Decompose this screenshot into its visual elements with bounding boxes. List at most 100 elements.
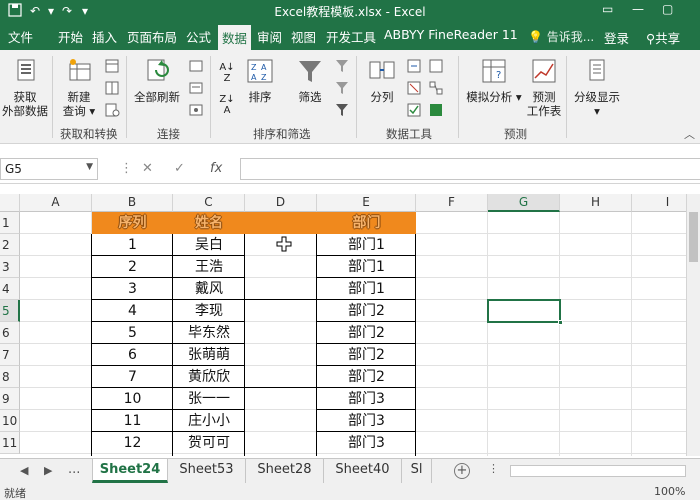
cell-dept[interactable]: 部门2 — [317, 300, 416, 322]
tab-abbyy[interactable]: ABBYY FineReader 11 — [384, 27, 518, 42]
cell-name[interactable]: 黄欣欣 — [173, 366, 245, 388]
properties-icon[interactable] — [188, 80, 204, 96]
cell-seq[interactable]: 6 — [92, 344, 173, 366]
selected-cell-g5[interactable] — [487, 299, 561, 323]
cell-dept[interactable]: 部门3 — [317, 410, 416, 432]
select-all-corner[interactable] — [0, 194, 20, 212]
column-header-i[interactable]: I — [632, 194, 686, 212]
tab-data[interactable]: 数据 — [218, 25, 252, 50]
column-header-b[interactable]: B — [92, 194, 173, 212]
collapse-ribbon-icon[interactable]: ︿ — [684, 126, 695, 142]
tab-file[interactable]: 文件 — [8, 27, 33, 46]
edit-links-icon[interactable] — [188, 102, 204, 118]
ribbon-display-icon[interactable]: ▭ — [602, 2, 613, 16]
cell-dept[interactable]: 部门3 — [317, 432, 416, 454]
sheet-tab-sheet24[interactable]: Sheet24 — [92, 459, 168, 483]
row-header-3[interactable]: 3 — [0, 256, 20, 278]
row-header-1[interactable]: 1 — [0, 212, 20, 234]
enter-icon[interactable]: ✓ — [174, 161, 185, 176]
insert-function-icon[interactable]: fx — [210, 161, 222, 176]
data-validation-icon[interactable] — [406, 102, 422, 118]
cell-dept[interactable]: 部门2 — [317, 344, 416, 366]
recent-sources-icon[interactable] — [104, 102, 120, 118]
cell-seq[interactable]: 1 — [92, 234, 173, 256]
row-header-8[interactable]: 8 — [0, 366, 20, 388]
connections-icon[interactable] — [188, 58, 204, 74]
horizontal-scrollbar[interactable] — [510, 465, 686, 477]
minimize-icon[interactable]: — — [632, 2, 644, 16]
sort-ascending-button[interactable]: A↓ Z — [216, 62, 238, 84]
outline-button[interactable]: 分级显示 ▾ — [570, 56, 624, 118]
consolidate-icon[interactable] — [428, 58, 444, 74]
reapply-filter-icon[interactable] — [334, 80, 350, 96]
header-cell-name[interactable]: 姓名 — [173, 212, 245, 234]
tab-page-layout[interactable]: 页面布局 — [127, 27, 177, 46]
flash-fill-icon[interactable] — [406, 58, 422, 74]
from-table-icon[interactable] — [104, 80, 120, 96]
tab-home[interactable]: 开始 — [58, 27, 83, 46]
advanced-filter-icon[interactable] — [334, 102, 350, 118]
column-header-f[interactable]: F — [416, 194, 488, 212]
cell-dept[interactable]: 部门2 — [317, 366, 416, 388]
remove-duplicates-icon[interactable] — [406, 80, 422, 96]
cell-name[interactable]: 贺可可 — [173, 432, 245, 454]
cell-dept[interactable]: 部门1 — [317, 256, 416, 278]
cell-name[interactable]: 毕东然 — [173, 322, 245, 344]
tab-split-handle-icon[interactable]: ⋮ — [488, 462, 499, 475]
cell-seq[interactable]: 7 — [92, 366, 173, 388]
name-box[interactable]: G5 ▼ — [0, 158, 98, 180]
cell-seq[interactable]: 5 — [92, 322, 173, 344]
cell-dept[interactable]: 部门1 — [317, 234, 416, 256]
cell-seq[interactable]: 2 — [92, 256, 173, 278]
tab-insert[interactable]: 插入 — [92, 27, 117, 46]
row-header-6[interactable]: 6 — [0, 322, 20, 344]
clear-filter-icon[interactable] — [334, 58, 350, 74]
fill-handle[interactable] — [558, 320, 563, 325]
previous-sheet-icon[interactable]: ◀ — [20, 464, 28, 477]
get-external-data-button[interactable]: 获取 外部数据 — [0, 56, 50, 118]
refresh-all-button[interactable]: 全部刷新 — [130, 56, 184, 104]
row-header-2[interactable]: 2 — [0, 234, 20, 256]
worksheet-grid[interactable]: A B C D E F G H I 1 2 3 4 5 6 7 8 9 10 1… — [0, 194, 686, 456]
add-sheet-icon[interactable]: + — [454, 463, 470, 479]
next-sheet-icon[interactable]: ▶ — [44, 464, 52, 477]
cell-name[interactable]: 张萌萌 — [173, 344, 245, 366]
tab-review[interactable]: 审阅 — [257, 27, 282, 46]
cell-name[interactable]: 庄小小 — [173, 410, 245, 432]
sheet-tab-partial[interactable]: Sl — [402, 459, 432, 483]
column-header-g[interactable]: G — [488, 194, 560, 212]
zoom-level[interactable]: 100% — [654, 485, 685, 498]
column-header-c[interactable]: C — [173, 194, 245, 212]
tab-developer[interactable]: 开发工具 — [326, 27, 376, 46]
tell-me-box[interactable]: 💡 告诉我... — [528, 28, 594, 45]
sort-descending-button[interactable]: Z↓ A — [216, 94, 238, 116]
cell-name[interactable]: 张一一 — [173, 388, 245, 410]
cell-dept[interactable]: 部门2 — [317, 322, 416, 344]
cell-name[interactable]: 戴风 — [173, 278, 245, 300]
formula-input[interactable] — [240, 158, 700, 180]
cell-name[interactable]: 李现 — [173, 300, 245, 322]
maximize-icon[interactable]: ▢ — [662, 2, 673, 16]
sheet-tab-sheet28[interactable]: Sheet28 — [246, 459, 324, 483]
column-header-a[interactable]: A — [20, 194, 92, 212]
row-header-9[interactable]: 9 — [0, 388, 20, 410]
cell-seq[interactable]: 12 — [92, 432, 173, 454]
relationships-icon[interactable] — [428, 80, 444, 96]
cell-dept[interactable]: 部门3 — [317, 388, 416, 410]
vertical-scrollbar[interactable] — [686, 194, 700, 456]
show-queries-icon[interactable] — [104, 58, 120, 74]
column-header-h[interactable]: H — [560, 194, 632, 212]
new-query-button[interactable]: 新建 查询 ▾ — [58, 56, 100, 118]
sheet-tab-sheet40[interactable]: Sheet40 — [324, 459, 402, 483]
cell-seq[interactable]: 11 — [92, 410, 173, 432]
header-cell-empty[interactable] — [245, 212, 317, 234]
text-to-columns-button[interactable]: 分列 — [364, 56, 400, 104]
sign-in-link[interactable]: 登录 — [604, 28, 629, 47]
cancel-icon[interactable]: ✕ — [142, 161, 153, 176]
forecast-sheet-button[interactable]: 预测 工作表 — [524, 56, 564, 118]
row-header-7[interactable]: 7 — [0, 344, 20, 366]
cell-seq[interactable]: 3 — [92, 278, 173, 300]
data-model-icon[interactable] — [428, 102, 444, 118]
cell-dept[interactable]: 部门1 — [317, 278, 416, 300]
share-button[interactable]: ⚲共享 — [646, 28, 680, 47]
